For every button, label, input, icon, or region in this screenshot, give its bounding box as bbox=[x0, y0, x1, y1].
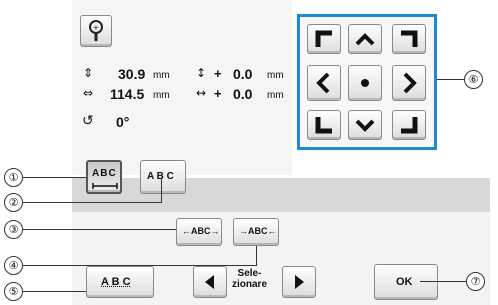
vertical-offset-icon: ↕ bbox=[196, 66, 207, 80]
leader-line-2-v bbox=[161, 178, 162, 202]
leader-line-7 bbox=[420, 281, 466, 282]
underline-button[interactable]: A B C bbox=[86, 266, 154, 298]
select-prev-button[interactable] bbox=[193, 266, 227, 298]
move-left-button[interactable] bbox=[307, 65, 341, 101]
move-center-button[interactable] bbox=[348, 65, 382, 101]
height-value: 30.9 bbox=[118, 66, 146, 82]
rotation-icon: ↺ bbox=[82, 113, 94, 129]
magnifier-icon: + bbox=[89, 20, 103, 41]
leader-line-4 bbox=[22, 265, 257, 266]
wide-spacing-label: ←ABC→ bbox=[182, 226, 220, 236]
corner-down-left-icon bbox=[315, 117, 332, 134]
dot-icon bbox=[361, 79, 369, 87]
corner-up-right-icon bbox=[401, 30, 418, 47]
corner-up-left-icon bbox=[315, 30, 332, 47]
width-value: 114.5 bbox=[110, 86, 145, 102]
vertical-offset-unit: mm bbox=[267, 70, 284, 81]
width-unit: mm bbox=[153, 90, 170, 101]
vertical-offset-value: 0.0 bbox=[233, 66, 253, 82]
height-icon: ⇕ bbox=[83, 66, 94, 80]
callout-6: ⑥ bbox=[464, 70, 483, 89]
triangle-right-icon bbox=[295, 275, 304, 289]
move-up-right-button[interactable] bbox=[392, 24, 426, 54]
callout-7: ⑦ bbox=[466, 272, 485, 291]
ok-button[interactable]: OK bbox=[374, 264, 438, 300]
callout-4: ④ bbox=[4, 256, 23, 275]
chevron-up-icon bbox=[355, 33, 375, 46]
callout-1: ① bbox=[4, 168, 23, 187]
move-up-button[interactable] bbox=[348, 24, 382, 54]
move-right-button[interactable] bbox=[392, 65, 426, 101]
height-unit: mm bbox=[153, 70, 170, 81]
triangle-left-icon bbox=[205, 275, 214, 289]
chevron-left-icon bbox=[316, 72, 330, 94]
svg-text:+: + bbox=[93, 23, 100, 32]
move-down-left-button[interactable] bbox=[307, 110, 341, 140]
narrow-spacing-button[interactable]: →ABC← bbox=[233, 218, 279, 246]
width-arrows-icon bbox=[92, 183, 118, 189]
letter-spacing-button[interactable]: A B C bbox=[140, 160, 186, 194]
leader-line-6 bbox=[437, 79, 464, 80]
arc-text-label: ABC bbox=[92, 168, 117, 179]
ok-label: OK bbox=[396, 276, 413, 288]
select-label: Sele- zionare bbox=[232, 268, 268, 290]
move-down-button[interactable] bbox=[348, 110, 382, 140]
callout-2: ② bbox=[4, 193, 23, 212]
leader-line-2 bbox=[22, 202, 162, 203]
chevron-down-icon bbox=[355, 119, 375, 132]
horizontal-offset-icon: ↔ bbox=[196, 86, 207, 100]
horizontal-offset-unit: mm bbox=[267, 90, 284, 101]
horizontal-offset-value: 0.0 bbox=[233, 86, 253, 102]
leader-line-1 bbox=[22, 177, 86, 178]
callout-3: ③ bbox=[4, 220, 23, 239]
move-down-right-button[interactable] bbox=[392, 110, 426, 140]
leader-line-5 bbox=[22, 291, 86, 292]
underline-label: A B C bbox=[101, 276, 131, 288]
move-up-left-button[interactable] bbox=[307, 24, 341, 54]
wide-spacing-button[interactable]: ←ABC→ bbox=[176, 218, 222, 246]
vertical-offset-sign: + bbox=[214, 66, 222, 81]
narrow-spacing-label: →ABC← bbox=[239, 226, 277, 236]
leader-line-4-v bbox=[256, 246, 257, 265]
arc-text-button[interactable]: ABC bbox=[86, 160, 122, 194]
chevron-right-icon bbox=[403, 72, 417, 94]
select-next-button[interactable] bbox=[282, 266, 316, 298]
function-band bbox=[72, 178, 490, 212]
leader-line-3 bbox=[22, 229, 176, 230]
width-icon: ⇔ bbox=[83, 86, 94, 100]
horizontal-offset-sign: + bbox=[214, 86, 222, 101]
magnify-button[interactable]: + bbox=[80, 15, 112, 47]
callout-5: ⑤ bbox=[4, 282, 23, 301]
rotation-value: 0° bbox=[116, 114, 130, 130]
corner-down-right-icon bbox=[401, 117, 418, 134]
